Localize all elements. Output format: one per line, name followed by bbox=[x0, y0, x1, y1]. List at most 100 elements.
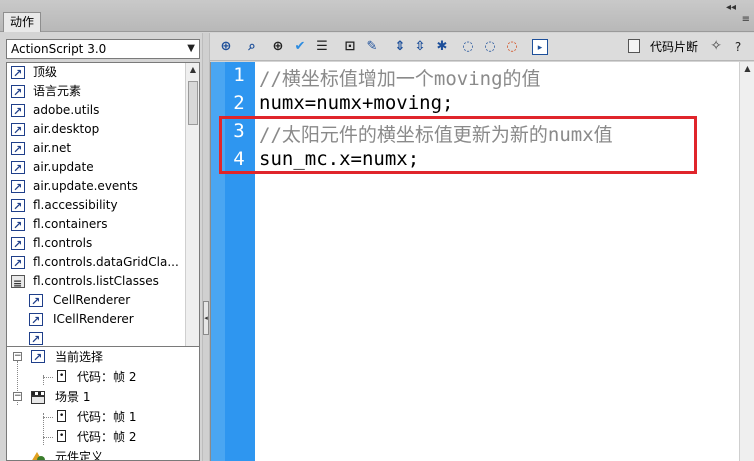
list-item[interactable]: fl.containers bbox=[7, 215, 199, 235]
code-snippets-button[interactable]: 代码片断 bbox=[650, 39, 698, 55]
symbol-shapes-icon bbox=[31, 450, 45, 460]
code-script-icon bbox=[57, 426, 66, 446]
list-item-label: fl.controls bbox=[33, 236, 93, 250]
scroll-up-icon[interactable]: ▲ bbox=[186, 63, 199, 77]
line-number: 1 bbox=[233, 64, 245, 86]
script-editor[interactable]: 1 2 3 4 //横坐标值增加一个moving的值 numx=numx+mov… bbox=[210, 62, 739, 461]
panel-menu-icon[interactable]: ≡ bbox=[742, 14, 750, 25]
code-script-icon bbox=[57, 366, 66, 386]
list-item-label: ICellRenderer bbox=[53, 312, 134, 326]
apply-line-comment-icon[interactable]: ◌ bbox=[482, 39, 498, 55]
list-item[interactable]: 顶级 bbox=[7, 63, 199, 83]
class-arrow-icon bbox=[11, 102, 25, 121]
list-item-label: air.desktop bbox=[33, 122, 100, 136]
list-item[interactable]: air.net bbox=[7, 139, 199, 159]
check-syntax-icon[interactable]: ✔ bbox=[292, 39, 308, 55]
tab-actions[interactable]: 动作 bbox=[3, 12, 42, 32]
class-arrow-icon bbox=[11, 178, 25, 197]
list-item-label: air.update bbox=[33, 160, 94, 174]
list-item-label: adobe.utils bbox=[33, 103, 100, 117]
target-icon[interactable]: ⊕ bbox=[270, 39, 286, 55]
language-select-value: ActionScript 3.0 bbox=[11, 42, 107, 56]
code-line[interactable]: numx=numx+moving; bbox=[259, 92, 453, 114]
list-item[interactable]: fl.accessibility bbox=[7, 196, 199, 216]
panel-titlebar: 动作 ◂◂ ≡ bbox=[0, 0, 754, 32]
tree-item-scene[interactable]: − 场景 1 bbox=[7, 387, 199, 407]
code-line[interactable]: //横坐标值增加一个moving的值 bbox=[259, 64, 541, 91]
code-snippets-icon[interactable] bbox=[628, 39, 640, 53]
list-item-label: air.update.events bbox=[33, 179, 138, 193]
class-arrow-icon bbox=[11, 64, 25, 83]
help-icon[interactable]: ? bbox=[730, 39, 746, 55]
list-item[interactable]: ICellRenderer bbox=[7, 310, 199, 330]
show-hide-toolbox-icon[interactable]: ▸ bbox=[532, 39, 548, 55]
class-arrow-icon bbox=[11, 140, 25, 159]
list-item-label: fl.controls.listClasses bbox=[33, 274, 159, 288]
code-script-icon bbox=[57, 406, 66, 426]
remove-comment-icon[interactable]: ◌ bbox=[504, 39, 520, 55]
list-item-label: fl.containers bbox=[33, 217, 108, 231]
tree-item-label: 当前选择 bbox=[55, 350, 104, 364]
tree-item-label: 元件定义 bbox=[55, 450, 104, 461]
list-item-label: 语言元素 bbox=[33, 84, 82, 98]
apply-block-comment-icon[interactable]: ◌ bbox=[460, 39, 476, 55]
language-select[interactable]: ActionScript 3.0 ▼ bbox=[6, 39, 200, 59]
class-arrow-icon bbox=[29, 330, 43, 349]
magic-wand-icon[interactable]: ✧ bbox=[710, 38, 722, 54]
class-arrow-icon bbox=[31, 348, 45, 368]
collapse-selection-icon[interactable]: ⇳ bbox=[412, 39, 428, 55]
actions-panel: 动作 ◂◂ ≡ ActionScript 3.0 ▼ 顶级 语言元素 adobe… bbox=[0, 0, 754, 461]
class-arrow-icon bbox=[11, 83, 25, 102]
debug-options-icon[interactable]: ✎ bbox=[364, 39, 380, 55]
class-arrow-icon bbox=[11, 216, 25, 235]
tree-item-label: 代码：帧 2 bbox=[77, 430, 137, 444]
list-item[interactable]: CellRenderer bbox=[7, 291, 199, 311]
class-arrow-icon bbox=[11, 159, 25, 178]
auto-format-icon[interactable]: ☰ bbox=[314, 39, 330, 55]
show-hint-icon[interactable]: ⊡ bbox=[342, 39, 358, 55]
editor-scrollbar[interactable]: ▲ bbox=[739, 62, 754, 461]
list-item-label: fl.controls.dataGridCla... bbox=[33, 255, 179, 269]
vertical-splitter[interactable]: ◂ bbox=[202, 33, 210, 461]
list-item[interactable]: adobe.utils bbox=[7, 101, 199, 121]
list-item[interactable]: air.desktop bbox=[7, 120, 199, 140]
script-toolbar: ⊕ ⌕ ⊕ ✔ ☰ ⊡ ✎ ⇕ ⇳ ✱ ◌ ◌ ◌ ▸ 代码片断 ✧ ? bbox=[210, 33, 754, 61]
list-item[interactable]: fl.controls bbox=[7, 234, 199, 254]
collapse-panel-icon[interactable]: ◂◂ bbox=[726, 2, 736, 13]
list-item[interactable]: fl.controls.listClasses bbox=[7, 272, 199, 293]
script-navigator-tree[interactable]: − 当前选择 代码：帧 2 − 场景 1 代码：帧 1 代码：帧 2 bbox=[6, 346, 200, 461]
class-arrow-icon bbox=[11, 197, 25, 216]
list-item[interactable]: 语言元素 bbox=[7, 82, 199, 102]
list-item[interactable]: fl.controls.dataGridCla... bbox=[7, 253, 199, 273]
scene-clapper-base bbox=[31, 396, 45, 404]
splitter-grip-icon[interactable]: ◂ bbox=[203, 301, 209, 335]
chevron-down-icon: ▼ bbox=[187, 43, 195, 54]
list-item-label: 顶级 bbox=[33, 65, 58, 79]
list-item-label: air.net bbox=[33, 141, 72, 155]
collapse-between-braces-icon[interactable]: ⇕ bbox=[392, 39, 408, 55]
tree-item-code-frame[interactable]: 代码：帧 2 bbox=[7, 366, 199, 387]
collapse-icon[interactable]: − bbox=[13, 352, 22, 361]
tree-item-symbol-definition[interactable]: 元件定义 bbox=[7, 447, 199, 461]
tree-item-label: 代码：帧 2 bbox=[77, 370, 137, 384]
tree-item-code-frame[interactable]: 代码：帧 1 bbox=[7, 406, 199, 427]
tree-item-current-selection[interactable]: − 当前选择 bbox=[7, 347, 199, 368]
tree-item-label: 场景 1 bbox=[55, 390, 91, 404]
library-scrollbar[interactable]: ▲ bbox=[185, 63, 199, 364]
class-arrow-icon bbox=[29, 311, 43, 330]
expand-all-icon[interactable]: ✱ bbox=[434, 39, 450, 55]
tree-item-label: 代码：帧 1 bbox=[77, 410, 137, 424]
find-icon[interactable]: ⌕ bbox=[244, 39, 260, 55]
list-item-label: fl.accessibility bbox=[33, 198, 118, 212]
class-arrow-icon bbox=[11, 235, 25, 254]
list-item-label: CellRenderer bbox=[53, 293, 131, 307]
list-item[interactable]: air.update.events bbox=[7, 177, 199, 197]
scroll-thumb[interactable] bbox=[188, 81, 198, 125]
actions-library-list[interactable]: 顶级 语言元素 adobe.utils air.desktop air.net … bbox=[6, 62, 200, 365]
list-item[interactable]: air.update bbox=[7, 158, 199, 178]
class-arrow-icon bbox=[11, 121, 25, 140]
add-script-icon[interactable]: ⊕ bbox=[218, 39, 234, 55]
tree-item-code-frame[interactable]: 代码：帧 2 bbox=[7, 426, 199, 447]
scroll-up-icon[interactable]: ▲ bbox=[740, 62, 754, 76]
collapse-icon[interactable]: − bbox=[13, 392, 22, 401]
